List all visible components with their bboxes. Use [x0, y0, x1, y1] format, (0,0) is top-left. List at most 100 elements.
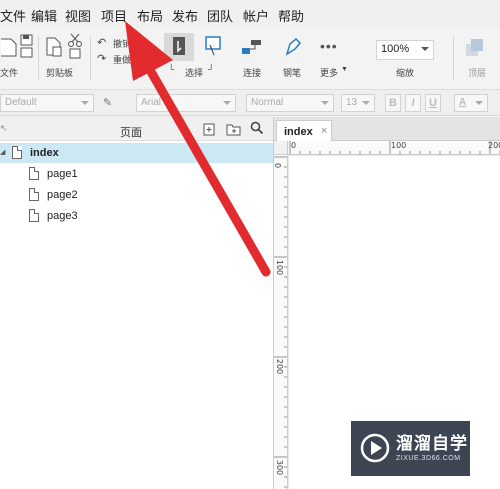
expand-arrow-icon[interactable]: ◢ [0, 148, 5, 156]
page-icon [12, 146, 22, 159]
font-dropdown-icon [223, 101, 231, 105]
redo-icon[interactable]: ↷ [97, 52, 106, 65]
bring-to-front-icon[interactable] [466, 38, 484, 58]
bold-button[interactable]: B [385, 94, 401, 112]
zoom-select[interactable]: 100% [376, 40, 434, 60]
select-mode-icon[interactable] [204, 35, 222, 57]
pages-panel: ↖ 页面 ◢ index page1 page2 page3 [0, 117, 273, 489]
format-bar: Default ✎ Arial Normal 13 B I U A [0, 90, 500, 116]
tab-index[interactable]: index × [276, 120, 332, 141]
add-folder-icon[interactable] [226, 122, 242, 136]
watermark-title: 溜溜自学 [396, 434, 468, 453]
menu-file[interactable]: 文件 [0, 6, 26, 25]
menu-help[interactable]: 帮助 [278, 6, 304, 25]
undo-icon[interactable]: ↶ [97, 36, 106, 49]
ruler-top-label: 0 [291, 141, 297, 150]
toolbar-separator [90, 36, 91, 80]
page-tree-item-page2[interactable]: page2 [0, 185, 273, 205]
font-size-value: 13 [346, 97, 358, 108]
pages-panel-title: 页面 [120, 127, 142, 139]
connect-label: 连接 [243, 68, 262, 78]
menu-account[interactable]: 帐户 [243, 6, 269, 25]
ruler-top: 0 100 200 [288, 141, 500, 155]
menu-project[interactable]: 项目 [101, 6, 127, 25]
font-value: Arial [141, 97, 162, 108]
menu-view[interactable]: 视图 [65, 6, 91, 25]
tab-strip: index × [274, 117, 500, 141]
new-file-icon[interactable] [0, 36, 18, 58]
ruler-top-label: 100 [391, 141, 407, 150]
page-tree-label: index [30, 147, 59, 159]
pen-icon[interactable] [284, 36, 302, 58]
text-color-letter: A [459, 97, 467, 108]
watermark-badge: 溜溜自学 ZIXUE.3D66.COM [351, 421, 470, 476]
zoom-dropdown-icon [421, 47, 429, 51]
style-value: Default [5, 97, 37, 108]
copy-icon[interactable] [45, 36, 63, 58]
connect-icon[interactable] [242, 38, 262, 56]
ruler-left-ticks [274, 156, 287, 488]
menu-bar: 文件 编辑 视图 项目 布局 发布 团队 帐户 帮助 [0, 0, 500, 28]
menu-layout[interactable]: 布局 [137, 6, 163, 25]
style-dropdown-icon [81, 101, 89, 105]
ruler-left-label: 100 [275, 259, 285, 276]
toolbar-separator [38, 36, 39, 80]
pages-panel-header: ↖ 页面 [0, 117, 273, 141]
font-weight-value: Normal [251, 97, 284, 108]
select-corner-icon: └ [168, 64, 175, 74]
font-size-dropdown-icon [362, 101, 370, 105]
text-color-button[interactable]: A [454, 94, 488, 112]
page-tree-item-page1[interactable]: page1 [0, 164, 273, 184]
text-color-dropdown-icon [475, 101, 483, 105]
page-tree-label: page1 [47, 168, 78, 180]
undo-button[interactable]: 撤销 [113, 37, 131, 50]
ruler-left-label: 300 [275, 459, 285, 476]
font-size-select[interactable]: 13 [341, 94, 375, 112]
select-tool-icon[interactable] [164, 33, 194, 61]
italic-button[interactable]: I [405, 94, 421, 112]
toolbar-separator [453, 36, 454, 80]
page-tree-label: page3 [47, 210, 78, 222]
top-layer-label: 顶层 [468, 68, 487, 78]
more-button[interactable]: 更多 [320, 66, 338, 79]
page-icon [29, 167, 39, 180]
watermark-subtitle: ZIXUE.3D66.COM [396, 455, 461, 462]
ruler-left-label: 0 [274, 163, 282, 168]
menu-publish[interactable]: 发布 [172, 6, 198, 25]
save-icon[interactable] [20, 34, 34, 58]
select-label: 选择 [185, 68, 204, 78]
menu-edit[interactable]: 编辑 [31, 6, 57, 25]
menu-team[interactable]: 团队 [207, 6, 233, 25]
cut-icon[interactable] [68, 33, 82, 59]
font-select[interactable]: Arial [136, 94, 236, 112]
page-icon [29, 209, 39, 222]
ruler-corner [274, 141, 288, 155]
underline-button[interactable]: U [425, 94, 441, 112]
font-weight-dropdown-icon [321, 101, 329, 105]
more-dropdown-icon[interactable]: ▼ [341, 66, 348, 73]
style-select[interactable]: Default [0, 94, 94, 112]
ruler-left-label: 200 [275, 358, 285, 375]
zoom-value: 100% [381, 43, 410, 55]
pen-label: 钢笔 [283, 68, 302, 78]
more-dots-icon[interactable]: ••• [320, 38, 338, 54]
page-tree-item-page3[interactable]: page3 [0, 206, 273, 226]
add-page-icon[interactable] [203, 122, 217, 136]
search-icon[interactable] [250, 121, 264, 135]
page-tree-item-index[interactable]: ◢ index [0, 143, 273, 163]
page-tree-label: page2 [47, 189, 78, 201]
play-logo-icon [360, 433, 390, 463]
format-painter-icon[interactable]: ✎ [103, 96, 112, 109]
tab-label: index [284, 126, 313, 138]
font-weight-select[interactable]: Normal [246, 94, 334, 112]
close-icon[interactable]: × [321, 125, 327, 137]
toolbar: 文件 剪贴板 ↶ 撤销 ↷ 重做 └ 选择 ┘ 连接 钢笔 ••• 更多 ▼ 1… [0, 28, 500, 90]
select-corner-icon: ┘ [208, 64, 215, 74]
clipboard-group-label: 剪贴板 [46, 68, 74, 78]
collapse-panel-icon[interactable]: ↖ [0, 123, 8, 134]
page-icon [29, 188, 39, 201]
file-group-label: 文件 [0, 68, 19, 78]
ruler-top-label: 200 [488, 141, 500, 150]
redo-button[interactable]: 重做 [113, 53, 131, 66]
zoom-label: 缩放 [396, 68, 415, 78]
